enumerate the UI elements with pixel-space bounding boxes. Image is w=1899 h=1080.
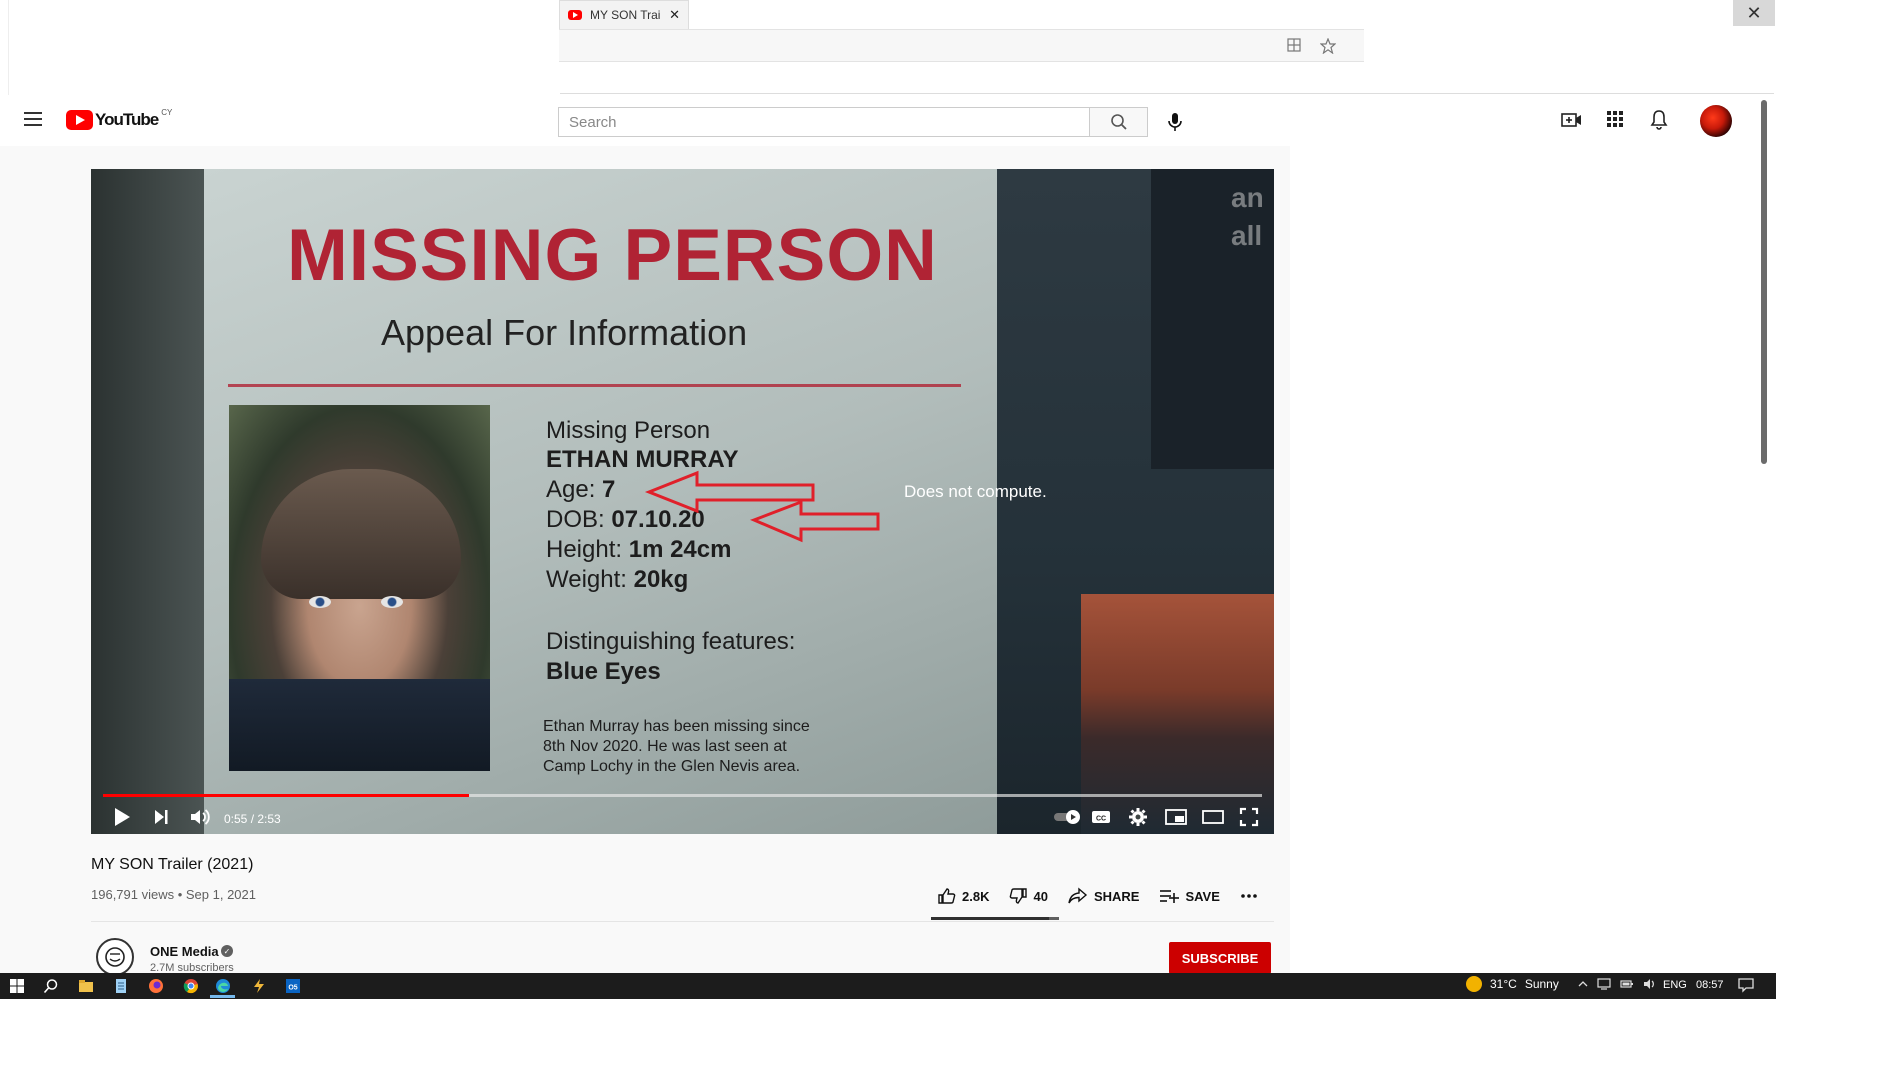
dislike-icon [1010,888,1028,904]
network-icon[interactable] [1597,978,1611,990]
reader-view-icon[interactable] [1287,38,1301,55]
create-video-icon[interactable] [1561,110,1583,135]
channel-name[interactable]: ONE Media [150,944,219,959]
youtube-logo[interactable]: YouTube CY [66,108,173,130]
svg-text:O5: O5 [288,985,297,992]
autoplay-toggle-icon[interactable] [1053,807,1081,832]
menu-icon[interactable] [24,112,42,126]
firefox-icon[interactable] [148,978,164,994]
active-app-indicator [210,995,235,998]
save-label: SAVE [1185,888,1220,904]
cc-icon[interactable]: CC [1091,807,1111,832]
subscriber-count: 2.7M subscribers [150,962,234,972]
outlook-icon[interactable]: O5 [285,978,301,994]
share-icon [1068,887,1088,904]
search-input[interactable] [558,107,1089,137]
more-actions-button[interactable] [1240,893,1258,899]
weather-condition: Sunny [1524,977,1559,991]
taskbar-clock[interactable]: 08:57 [1696,979,1724,991]
channel-avatar[interactable] [96,938,134,976]
winamp-icon[interactable] [251,978,267,994]
dislike-count: 40 [1033,888,1048,904]
video-title: MY SON Trailer (2021) [91,856,254,873]
channel-logo-icon [105,947,125,967]
save-button[interactable]: SAVE [1159,887,1220,905]
windows-start-icon[interactable] [9,978,25,994]
subscribe-button[interactable]: SUBSCRIBE [1169,942,1271,974]
browser-left-area [8,0,560,95]
battery-icon[interactable] [1620,979,1634,989]
volume-icon[interactable] [190,807,212,832]
address-bar[interactable] [559,29,1364,62]
favorite-star-icon[interactable] [1319,37,1337,57]
input-language[interactable]: ENG [1663,979,1687,991]
fullscreen-icon[interactable] [1239,807,1259,832]
progress-played [103,794,470,797]
like-icon [938,888,956,904]
tab-close-icon[interactable]: ✕ [669,7,680,23]
file-explorer-icon[interactable] [78,978,94,994]
temperature: 31°C [1490,977,1517,991]
play-icon[interactable] [113,807,131,832]
browser-tab[interactable]: MY SON Trailer ✕ [559,0,689,29]
progress-bar[interactable] [103,794,1262,797]
search-icon [1110,114,1127,130]
share-label: SHARE [1093,888,1140,904]
more-icon [1241,894,1257,898]
annotation-caption: Does not compute. [904,482,1047,501]
scrollbar-thumb[interactable] [1761,100,1767,464]
dislike-button[interactable]: 40 [1009,887,1048,905]
apps-grid-icon[interactable] [1606,110,1624,133]
search-button[interactable] [1089,107,1148,137]
logo-wordmark: YouTube [95,110,159,129]
secondary-column [1290,146,1696,973]
tab-title: MY SON Trailer [590,8,661,22]
voice-search-button[interactable] [1160,107,1190,137]
video-actions: 2.8K 40 SHARE SAVE [938,887,1278,905]
annotation-arrows [644,470,880,543]
share-button[interactable]: SHARE [1068,887,1140,905]
account-avatar[interactable] [1700,105,1732,137]
tray-chevron-up-icon[interactable] [1578,979,1588,989]
taskbar-weather[interactable]: 31°C Sunny [1466,976,1559,992]
sun-icon [1466,976,1482,992]
miniplayer-icon[interactable] [1165,807,1187,832]
video-meta: 196,791 views • Sep 1, 2021 [91,887,257,902]
bell-icon[interactable] [1650,109,1668,136]
time-display: 0:55 / 2:53 [224,812,281,826]
sentiment-bar-likes [931,917,1049,920]
taskbar-search-icon[interactable] [43,978,59,994]
next-icon[interactable] [153,807,169,832]
chrome-icon[interactable] [183,978,199,994]
video-player[interactable]: an all MISSING PERSON Appeal For Informa… [91,169,1274,834]
save-icon [1160,890,1180,903]
logo-country-code: CY [161,108,173,117]
speaker-icon[interactable] [1643,978,1657,990]
settings-icon[interactable] [1128,807,1148,832]
like-count: 2.8K [962,888,990,904]
edge-icon[interactable] [215,978,231,994]
system-tray [1578,978,1657,990]
info-divider [91,921,1274,922]
youtube-play-logo-icon [66,110,93,130]
window-close-button[interactable]: ✕ [1733,0,1775,26]
chrome-divider [560,93,1774,94]
notification-center-icon[interactable] [1738,977,1754,998]
arrow-dob [749,499,880,543]
theater-icon[interactable] [1202,807,1224,832]
verified-icon: ✓ [221,945,233,957]
player-controls: 0:55 / 2:53 CC [91,799,1274,834]
youtube-favicon-icon [568,10,582,20]
svg-text:CC: CC [1096,816,1106,823]
mic-icon [1168,113,1182,131]
notepad-icon[interactable] [113,978,129,994]
like-button[interactable]: 2.8K [938,887,989,905]
